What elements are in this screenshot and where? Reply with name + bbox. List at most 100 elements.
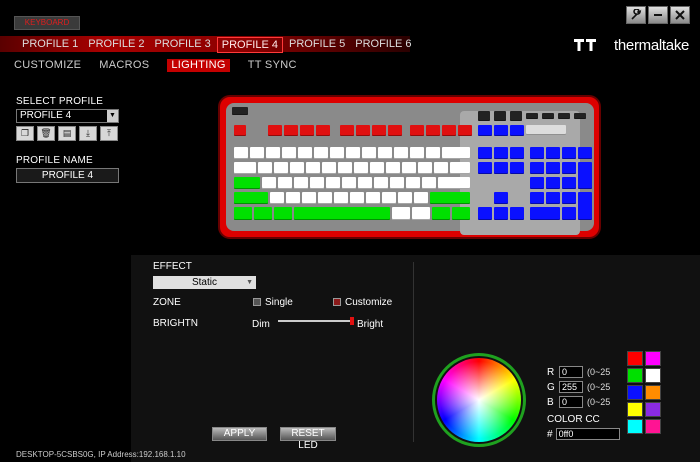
keyboard-key[interactable] xyxy=(338,162,352,174)
keyboard-key[interactable] xyxy=(478,125,492,136)
keyboard-key[interactable] xyxy=(574,113,586,119)
keyboard-key[interactable] xyxy=(298,147,312,159)
tab-profile-4[interactable]: PROFILE 4 xyxy=(216,37,283,53)
keyboard-key[interactable] xyxy=(284,125,298,136)
keyboard-key[interactable] xyxy=(494,147,508,159)
keyboard-key[interactable] xyxy=(494,192,508,204)
keyboard-key[interactable] xyxy=(458,125,472,136)
keyboard-key[interactable] xyxy=(546,192,560,204)
keyboard-key[interactable] xyxy=(426,147,440,159)
keyboard-key[interactable] xyxy=(430,192,470,204)
tab-profile-3[interactable]: PROFILE 3 xyxy=(151,37,215,53)
keyboard-key[interactable] xyxy=(294,207,390,220)
keyboard-key[interactable] xyxy=(234,207,252,220)
tab-profile-2[interactable]: PROFILE 2 xyxy=(84,37,148,53)
keyboard-key[interactable] xyxy=(542,113,554,119)
keyboard-key[interactable] xyxy=(414,192,428,204)
reset-led-button[interactable]: RESET LED xyxy=(280,427,336,451)
keyboard-key[interactable] xyxy=(392,207,410,220)
tab-profile-6[interactable]: PROFILE 6 xyxy=(351,37,415,53)
copy-icon[interactable]: ❐ xyxy=(16,126,34,141)
keyboard-key[interactable] xyxy=(422,177,436,189)
keyboard-key[interactable] xyxy=(402,162,416,174)
keyboard-key[interactable] xyxy=(274,162,288,174)
tab-profile-5[interactable]: PROFILE 5 xyxy=(285,37,349,53)
keyboard-key[interactable] xyxy=(410,125,424,136)
profile-name-input[interactable]: PROFILE 4 xyxy=(16,168,119,183)
keyboard-key[interactable] xyxy=(342,177,356,189)
keyboard-key[interactable] xyxy=(494,125,508,136)
keyboard-key[interactable] xyxy=(562,177,576,189)
keyboard-key[interactable] xyxy=(366,192,380,204)
color-swatch[interactable] xyxy=(645,402,661,417)
keyboard-key[interactable] xyxy=(300,125,314,136)
tab-profile-1[interactable]: PROFILE 1 xyxy=(18,37,82,53)
keyboard-key[interactable] xyxy=(478,111,490,121)
keyboard-key[interactable] xyxy=(526,113,538,119)
keyboard-key[interactable] xyxy=(350,192,364,204)
color-swatch[interactable] xyxy=(645,419,661,434)
color-swatch[interactable] xyxy=(645,368,661,383)
keyboard-key[interactable] xyxy=(322,162,336,174)
color-swatch[interactable] xyxy=(627,368,643,383)
keyboard-key[interactable] xyxy=(526,125,566,135)
keyboard-key[interactable] xyxy=(578,162,592,189)
wrench-icon[interactable] xyxy=(626,6,646,24)
keyboard-key[interactable] xyxy=(510,125,524,136)
keyboard-key[interactable] xyxy=(314,147,328,159)
tab-tt-sync[interactable]: TT SYNC xyxy=(248,59,297,72)
keyboard-key[interactable] xyxy=(432,207,450,220)
color-swatch[interactable] xyxy=(627,385,643,400)
apply-button[interactable]: APPLY xyxy=(212,427,267,441)
keyboard-key[interactable] xyxy=(386,162,400,174)
keyboard-key[interactable] xyxy=(562,207,576,220)
keyboard-key[interactable] xyxy=(530,177,544,189)
close-icon[interactable] xyxy=(670,6,690,24)
keyboard-key[interactable] xyxy=(452,207,470,220)
chevron-down-icon[interactable]: ▼ xyxy=(246,276,253,289)
keyboard-key[interactable] xyxy=(278,177,292,189)
keyboard-key[interactable] xyxy=(442,125,456,136)
customize-zone-checkbox[interactable] xyxy=(333,298,341,306)
chevron-down-icon[interactable]: ▼ xyxy=(107,110,118,122)
keyboard-key[interactable] xyxy=(346,147,360,159)
hex-color-input[interactable]: 0ff0 xyxy=(555,428,620,440)
keyboard-key[interactable] xyxy=(234,177,260,189)
keyboard-key[interactable] xyxy=(372,125,386,136)
keyboard-key[interactable] xyxy=(282,147,296,159)
keyboard-key[interactable] xyxy=(330,147,344,159)
keyboard-key[interactable] xyxy=(232,107,248,115)
keyboard-key[interactable] xyxy=(356,125,370,136)
keyboard-key[interactable] xyxy=(254,207,272,220)
keyboard-key[interactable] xyxy=(478,147,492,159)
tab-macros[interactable]: MACROS xyxy=(99,59,149,72)
keyboard-key[interactable] xyxy=(310,177,324,189)
keyboard-key[interactable] xyxy=(250,147,264,159)
keyboard-key[interactable] xyxy=(374,177,388,189)
delete-icon[interactable]: 🗑 xyxy=(37,126,55,141)
keyboard-key[interactable] xyxy=(358,177,372,189)
import-icon[interactable]: ⤓ xyxy=(79,126,97,141)
keyboard-key[interactable] xyxy=(510,207,524,220)
keyboard-key[interactable] xyxy=(558,113,570,119)
keyboard-key[interactable] xyxy=(302,192,316,204)
color-swatch[interactable] xyxy=(645,351,661,366)
keyboard-key[interactable] xyxy=(316,125,330,136)
keyboard-key[interactable] xyxy=(494,111,506,121)
tab-customize[interactable]: CUSTOMIZE xyxy=(14,59,81,72)
brightness-slider-handle[interactable] xyxy=(350,317,354,325)
color-swatch[interactable] xyxy=(645,385,661,400)
keyboard-key[interactable] xyxy=(510,162,524,174)
keyboard-key[interactable] xyxy=(258,162,272,174)
keyboard-key[interactable] xyxy=(268,125,282,136)
keyboard-key[interactable] xyxy=(270,192,284,204)
keyboard-key[interactable] xyxy=(326,177,340,189)
keyboard-key[interactable] xyxy=(394,147,408,159)
keyboard-key[interactable] xyxy=(412,207,430,220)
blue-input[interactable]: 0 xyxy=(559,396,583,408)
keyboard-key[interactable] xyxy=(530,162,544,174)
keyboard-key[interactable] xyxy=(438,177,470,189)
keyboard-key[interactable] xyxy=(478,162,492,174)
keyboard-key[interactable] xyxy=(530,147,544,159)
keyboard-key[interactable] xyxy=(510,147,524,159)
